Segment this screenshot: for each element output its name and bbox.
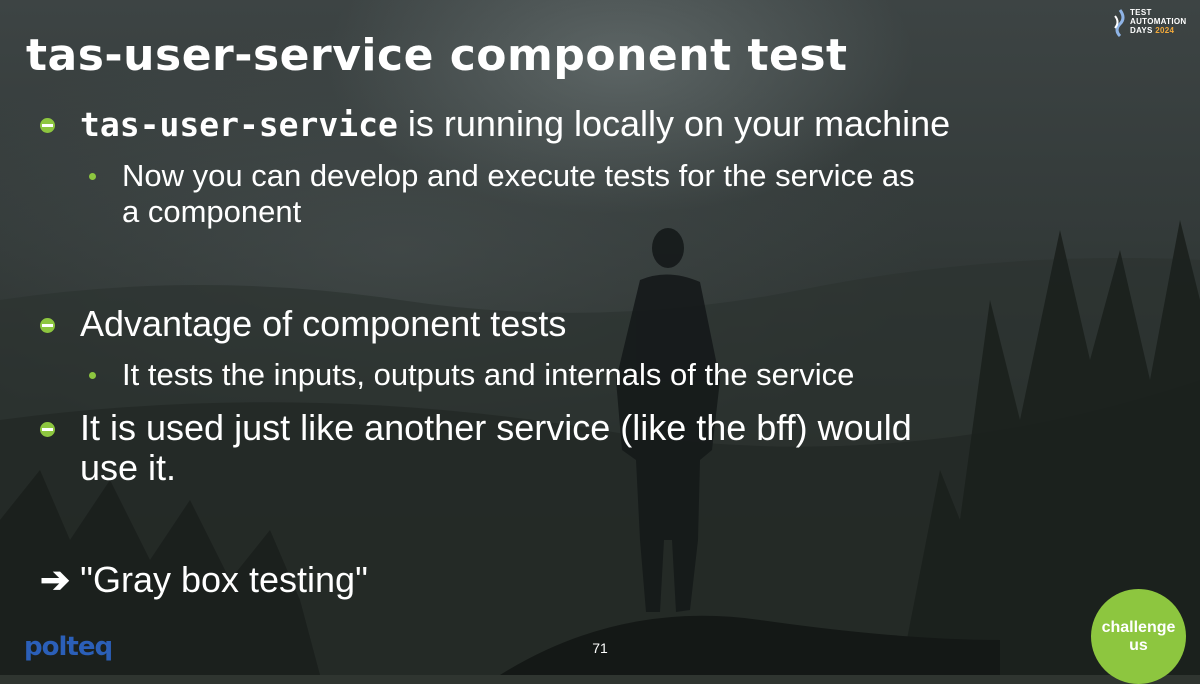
slide-title: tas-user-service component test <box>26 30 848 81</box>
challenge-line-2: us <box>1129 636 1148 654</box>
page-number: 71 <box>592 640 608 656</box>
sub-bullet-marker <box>89 173 96 180</box>
challenge-line-1: challenge <box>1101 618 1176 636</box>
tad-year: 2024 <box>1155 26 1175 35</box>
sub-bullet-marker <box>89 372 96 379</box>
sub-bullet-develop-tests: Now you can develop and execute tests fo… <box>122 158 915 230</box>
tad-line-3: DAYS <box>1130 26 1153 35</box>
bullet-line: use it. <box>80 447 177 488</box>
sub-bullet-line: a component <box>122 194 302 229</box>
arrow-right-icon: ➔ <box>40 559 71 600</box>
bullet-marker <box>40 318 55 333</box>
conclusion-text: "Gray box testing" <box>80 559 368 600</box>
tad-line-1: TEST <box>1130 8 1152 17</box>
bullet-text: is running locally on your machine <box>397 103 951 144</box>
service-name-code: tas-user-service <box>80 105 398 144</box>
bullet-marker <box>40 118 55 133</box>
gray-box-testing-conclusion: ➔ "Gray box testing" <box>40 558 368 602</box>
bullet-marker <box>40 422 55 437</box>
bullet-line: It is used just like another service (li… <box>80 407 912 448</box>
polteq-logo: polteq <box>24 632 113 662</box>
test-automation-days-logo: TEST AUTOMATION DAYS 2024 <box>1112 8 1194 38</box>
challenge-us-badge: challenge us <box>1091 589 1186 684</box>
bullet-item-used-like-service: It is used just like another service (li… <box>80 408 912 488</box>
bullet-item-running-locally: tas-user-service is running locally on y… <box>80 104 950 145</box>
bullet-item-advantage: Advantage of component tests <box>80 303 567 344</box>
sub-bullet-inputs-outputs: It tests the inputs, outputs and interna… <box>122 357 855 392</box>
tad-emblem-icon <box>1114 9 1125 38</box>
sub-bullet-line: Now you can develop and execute tests fo… <box>122 158 915 193</box>
tad-line-2: AUTOMATION <box>1130 17 1187 26</box>
